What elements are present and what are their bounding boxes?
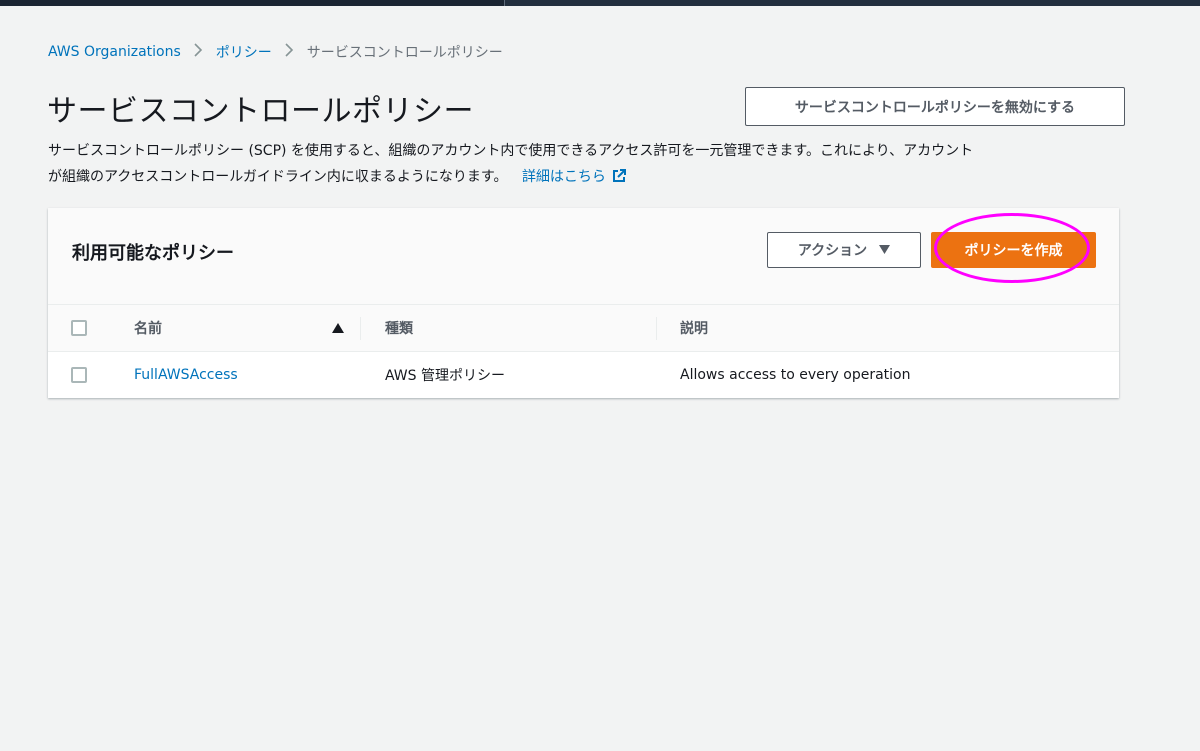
policy-type-cell: AWS 管理ポリシー [385, 352, 505, 398]
top-console-bar-segment [0, 0, 505, 6]
learn-more-label: 詳細はこちら [521, 169, 606, 185]
chevron-right-icon [285, 43, 294, 61]
external-link-icon [612, 166, 626, 182]
select-all-checkbox[interactable] [71, 320, 87, 336]
column-header-name[interactable]: 名前 [134, 305, 162, 351]
policy-name-cell: FullAWSAccess [134, 352, 238, 398]
chevron-right-icon [194, 43, 203, 61]
breadcrumb-aws-organizations[interactable]: AWS Organizations [48, 44, 181, 60]
column-header-description[interactable]: 説明 [680, 305, 708, 351]
column-divider[interactable] [656, 317, 657, 340]
available-policies-panel: 利用可能なポリシー アクション ポリシーを作成 名前 種類 説明 FullAWS… [48, 208, 1119, 398]
create-policy-button[interactable]: ポリシーを作成 [931, 232, 1096, 268]
breadcrumb: AWS Organizations ポリシー サービスコントロールポリシー [48, 42, 503, 62]
breadcrumb-policies[interactable]: ポリシー [216, 42, 272, 62]
table-row[interactable]: FullAWSAccess AWS 管理ポリシー Allows access t… [48, 352, 1119, 398]
sort-ascending-icon[interactable] [332, 305, 344, 351]
caret-down-icon [879, 243, 891, 257]
panel-header: 利用可能なポリシー アクション ポリシーを作成 [48, 208, 1119, 305]
disable-scp-button[interactable]: サービスコントロールポリシーを無効にする [745, 87, 1125, 126]
policy-description-text: Allows access to every operation [680, 367, 911, 383]
row-select-cell [71, 352, 87, 398]
column-header-type[interactable]: 種類 [385, 305, 413, 351]
description-text-line2: が組織のアクセスコントロールガイドライン内に収まるようになります。 [48, 169, 508, 185]
actions-dropdown-button[interactable]: アクション [767, 232, 921, 268]
policy-type-text: AWS 管理ポリシー [385, 368, 505, 384]
description-text-line1: サービスコントロールポリシー (SCP) を使用すると、組織のアカウント内で使用… [48, 143, 974, 159]
learn-more-link[interactable]: 詳細はこちら [522, 169, 626, 185]
page-description: サービスコントロールポリシー (SCP) を使用すると、組織のアカウント内で使用… [48, 138, 1128, 190]
row-select-checkbox[interactable] [71, 367, 87, 383]
column-header-type-label: 種類 [385, 321, 413, 337]
panel-title: 利用可能なポリシー [72, 243, 234, 264]
column-header-description-label: 説明 [680, 321, 708, 337]
column-header-name-label: 名前 [134, 321, 162, 337]
page-title: サービスコントロールポリシー [47, 94, 474, 129]
table-header-row: 名前 種類 説明 [48, 305, 1119, 352]
policy-description-cell: Allows access to every operation [680, 352, 910, 398]
column-divider[interactable] [360, 317, 361, 340]
policy-name-link[interactable]: FullAWSAccess [134, 367, 238, 383]
breadcrumb-current-page: サービスコントロールポリシー [306, 45, 503, 61]
actions-button-label: アクション [797, 242, 868, 258]
top-console-bar [0, 0, 1200, 6]
select-all-cell [71, 305, 87, 351]
